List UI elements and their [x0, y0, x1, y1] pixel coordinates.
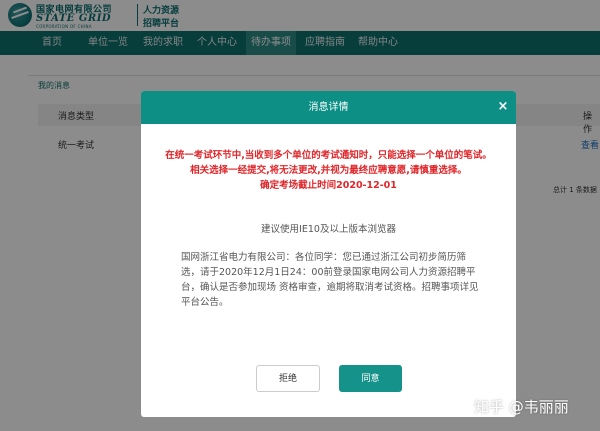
- zhihu-watermark: 知乎 @韦丽丽: [474, 398, 569, 416]
- warning-deadline: 确定考场截止时间2020-12-01: [260, 180, 397, 191]
- warning-line-1: 在统一考试环节中,当收到多个单位的考试通知时，只能选择一个单位的笔试。: [165, 150, 492, 161]
- modal-header: 消息详情 ×: [141, 91, 516, 124]
- exam-warning: 在统一考试环节中,当收到多个单位的考试通知时，只能选择一个单位的笔试。 相关选择…: [161, 148, 496, 193]
- agree-button[interactable]: 同意: [339, 365, 402, 392]
- message-detail-modal: 消息详情 × 在统一考试环节中,当收到多个单位的考试通知时，只能选择一个单位的笔…: [141, 91, 516, 417]
- notice-text: 国网浙江省电力有限公司：各位同学：您已通过浙江公司初步简历筛选，请于2020年1…: [181, 252, 479, 308]
- close-icon[interactable]: ×: [496, 98, 510, 116]
- modal-title: 消息详情: [308, 102, 349, 113]
- warning-line-2: 相关选择一经提交,将无法更改,并视为最终应聘意愿,请慎重选择。: [190, 165, 467, 176]
- browser-tip: 建议使用IE10及以上版本浏览器: [261, 224, 396, 235]
- reject-button[interactable]: 拒绝: [256, 365, 320, 392]
